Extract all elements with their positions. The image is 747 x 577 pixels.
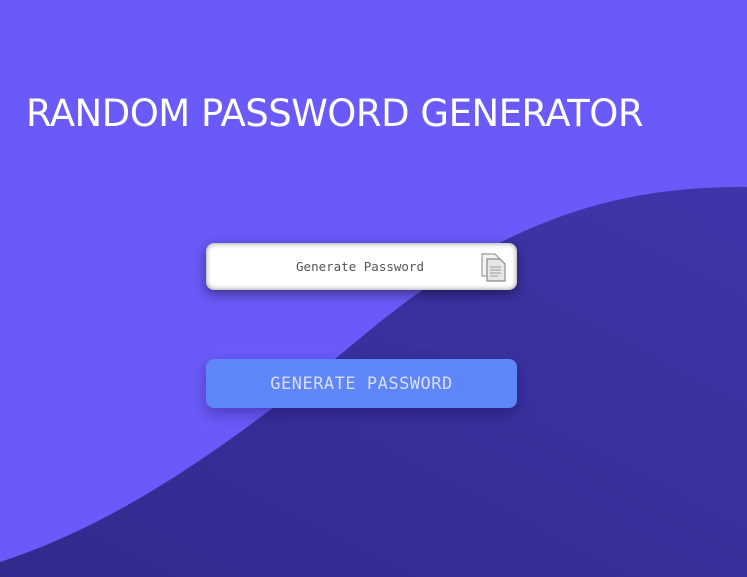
page-title: RANDOM PASSWORD GENERATOR xyxy=(26,92,644,135)
password-field xyxy=(206,243,517,290)
password-output-input[interactable] xyxy=(206,243,476,290)
clipboard-copy-icon[interactable] xyxy=(478,250,512,284)
generate-password-button[interactable]: GENERATE PASSWORD xyxy=(206,359,517,408)
